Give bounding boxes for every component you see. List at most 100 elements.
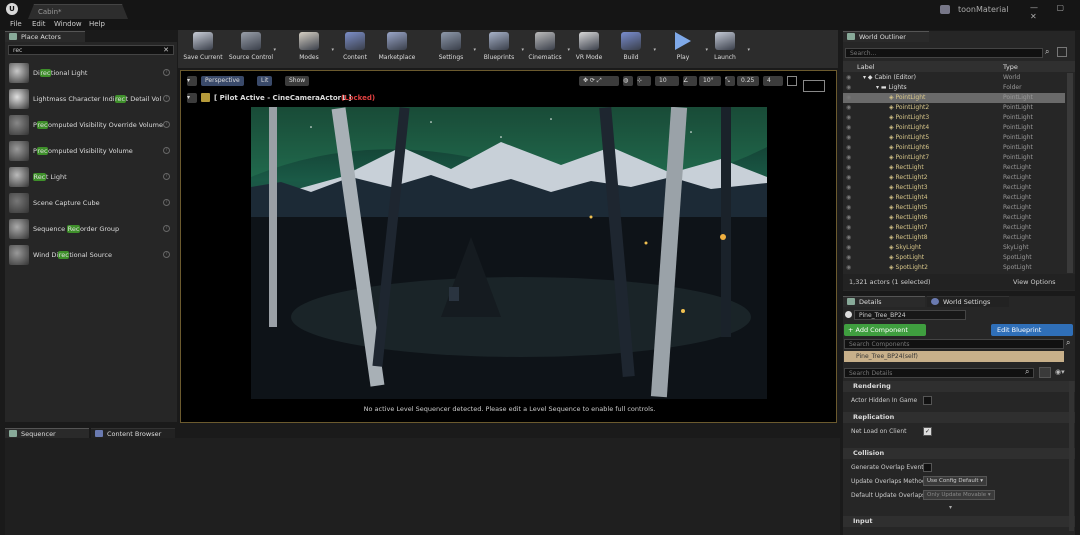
menu-file[interactable]: File — [10, 20, 22, 28]
visibility-eye-icon[interactable]: ◉ — [846, 133, 851, 143]
visibility-eye-icon[interactable]: ◉ — [846, 183, 851, 193]
visibility-eye-icon[interactable]: ◉ — [846, 153, 851, 163]
place-actors-search[interactable]: rec ✕ — [8, 45, 174, 55]
outliner-row[interactable]: ◉ ◈ SpotLight SpotLight — [843, 253, 1065, 263]
tab-world-outliner[interactable]: World Outliner — [843, 31, 929, 42]
search-icon[interactable]: ⌕ — [1045, 47, 1049, 57]
visibility-eye-icon[interactable]: ◉ — [846, 143, 851, 153]
update-overlaps-dropdown[interactable]: Use Config Default ▾ — [923, 476, 988, 486]
visibility-eye-icon[interactable]: ◉ — [846, 83, 851, 93]
actor-item-precomputed-visibility-volume[interactable]: Precomputed Visibility Volume? — [5, 138, 177, 164]
visibility-eye-icon[interactable]: ◉ — [846, 163, 851, 173]
tab-details[interactable]: Details — [843, 296, 925, 307]
column-type[interactable]: Type — [1003, 63, 1018, 71]
tab-world-settings[interactable]: World Settings — [927, 296, 1009, 307]
cinematics-button[interactable]: Cinematics ▾ — [520, 32, 570, 66]
section-replication[interactable]: Replication — [843, 412, 1075, 423]
object-name-field[interactable]: Pine_Tree_BP24 — [854, 310, 966, 320]
section-input[interactable]: Input — [843, 516, 1075, 527]
clear-icon[interactable]: ✕ — [163, 46, 169, 55]
visibility-eye-icon[interactable]: ◉ — [846, 233, 851, 243]
outliner-settings-icon[interactable] — [1057, 47, 1067, 57]
default-update-dropdown[interactable]: Only Update Movable ▾ — [923, 490, 995, 500]
component-search[interactable]: Search Components — [844, 339, 1064, 349]
viewport-options-button[interactable]: ▾ — [187, 76, 197, 86]
add-component-button[interactable]: + Add Component — [844, 324, 926, 336]
actor-item-rect-light[interactable]: Rect Light? — [5, 164, 177, 190]
visibility-eye-icon[interactable]: ◉ — [846, 223, 851, 233]
menu-edit[interactable]: Edit — [32, 20, 46, 28]
dropdown-caret-icon[interactable]: ▾ — [273, 47, 276, 53]
level-viewport[interactable]: ▾ Perspective Lit Show ▾ [ Pilot Active … — [180, 70, 837, 423]
menu-window[interactable]: Window — [54, 20, 82, 28]
layout-grid-icon[interactable] — [803, 80, 825, 92]
source-control-button[interactable]: Source Control ▾ — [226, 32, 276, 66]
section-collision[interactable]: Collision — [843, 448, 1075, 459]
outliner-row[interactable]: ◉ ▾ ▬ Lights Folder — [843, 83, 1065, 93]
details-search-icon[interactable]: ⌕ — [1025, 367, 1029, 377]
rotation-snap-icon[interactable]: ∠ — [683, 76, 697, 86]
camera-speed-value[interactable]: 4 — [763, 76, 783, 86]
modes-button[interactable]: Modes ▾ — [284, 32, 334, 66]
section-rendering[interactable]: Rendering — [843, 381, 1075, 392]
visibility-eye-icon[interactable]: ◉▾ — [1055, 368, 1065, 376]
generate-overlap-checkbox[interactable] — [923, 463, 932, 472]
visibility-eye-icon[interactable]: ◉ — [846, 193, 851, 203]
component-search-icon[interactable]: ⌕ — [1066, 338, 1070, 348]
actor-hidden-checkbox[interactable] — [923, 396, 932, 405]
help-icon[interactable]: ? — [163, 251, 170, 258]
outliner-row[interactable]: ◉ ◈ PointLight2 PointLight — [843, 103, 1065, 113]
visibility-eye-icon[interactable]: ◉ — [846, 263, 851, 273]
property-matrix-icon[interactable] — [1039, 367, 1051, 378]
outliner-row[interactable]: ◉ ◈ SkyLight SkyLight — [843, 243, 1065, 253]
rotation-snap-value[interactable]: 10° — [699, 76, 721, 86]
edit-blueprint-button[interactable]: Edit Blueprint — [991, 324, 1073, 336]
outliner-row[interactable]: ◉ ◈ RectLight3 RectLight — [843, 183, 1065, 193]
net-load-checkbox[interactable]: ✓ — [923, 427, 932, 436]
outliner-row[interactable]: ◉ ◈ PointLight4 PointLight — [843, 123, 1065, 133]
actor-item-sequence-recorder-group[interactable]: Sequence Recorder Group? — [5, 216, 177, 242]
marketplace-button[interactable]: Marketplace — [372, 32, 422, 66]
visibility-eye-icon[interactable]: ◉ — [846, 203, 851, 213]
help-icon[interactable]: ? — [163, 69, 170, 76]
actor-item-precomputed-visibility-override-volume[interactable]: Precomputed Visibility Override Volume? — [5, 112, 177, 138]
menu-help[interactable]: Help — [89, 20, 105, 28]
outliner-row[interactable]: ◉ ◈ RectLight8 RectLight — [843, 233, 1065, 243]
world-local-icon[interactable]: ◍ — [623, 76, 633, 86]
visibility-eye-icon[interactable]: ◉ — [846, 113, 851, 123]
help-icon[interactable]: ? — [163, 147, 170, 154]
help-icon[interactable]: ? — [163, 199, 170, 206]
visibility-eye-icon[interactable]: ◉ — [846, 73, 851, 83]
self-component-row[interactable]: Pine_Tree_BP24(self) — [844, 351, 1064, 362]
grid-snap-value[interactable]: 10 — [655, 76, 679, 86]
save-current-button[interactable]: Save Current — [178, 32, 228, 66]
outliner-row[interactable]: ◉ ◈ PointLight5 PointLight — [843, 133, 1065, 143]
view-options-button[interactable]: View Options — [1013, 274, 1056, 290]
visibility-eye-icon[interactable]: ◉ — [846, 103, 851, 113]
visibility-eye-icon[interactable]: ◉ — [846, 243, 851, 253]
outliner-row[interactable]: ◉ ◈ SpotLight2 SpotLight — [843, 263, 1065, 273]
actor-item-directional-light[interactable]: Directional Light? — [5, 60, 177, 86]
outliner-row[interactable]: ◉ ◈ PointLight3 PointLight — [843, 113, 1065, 123]
outliner-search[interactable]: Search... — [845, 48, 1043, 58]
visibility-eye-icon[interactable]: ◉ — [846, 93, 851, 103]
scale-snap-value[interactable]: 0.25 — [737, 76, 759, 86]
help-icon[interactable]: ? — [163, 121, 170, 128]
outliner-row[interactable]: ◉ ◈ RectLight5 RectLight — [843, 203, 1065, 213]
actor-item-wind-directional-source[interactable]: Wind Directional Source? — [5, 242, 177, 268]
dropdown-caret-icon[interactable]: ▾ — [747, 47, 750, 53]
details-search[interactable]: Search Details — [844, 368, 1034, 378]
build-button[interactable]: Build ▾ — [606, 32, 656, 66]
transform-mode-buttons[interactable]: ✥ ⟳ ⤢ — [579, 76, 619, 86]
visibility-eye-icon[interactable]: ◉ — [846, 123, 851, 133]
outliner-row[interactable]: ◉ ◈ RectLight4 RectLight — [843, 193, 1065, 203]
maximize-viewport-icon[interactable] — [787, 76, 797, 86]
details-scrollbar[interactable] — [1069, 381, 1074, 531]
surface-snap-icon[interactable]: ⊹ — [637, 76, 651, 86]
show-button[interactable]: Show — [285, 76, 310, 86]
dropdown-caret-icon[interactable]: ▾ — [653, 47, 656, 53]
outliner-row[interactable]: ◉ ◈ RectLight7 RectLight — [843, 223, 1065, 233]
outliner-row[interactable]: ◉ ◈ RectLight RectLight — [843, 163, 1065, 173]
settings-button[interactable]: Settings ▾ — [426, 32, 476, 66]
lit-button[interactable]: Lit — [257, 76, 273, 86]
